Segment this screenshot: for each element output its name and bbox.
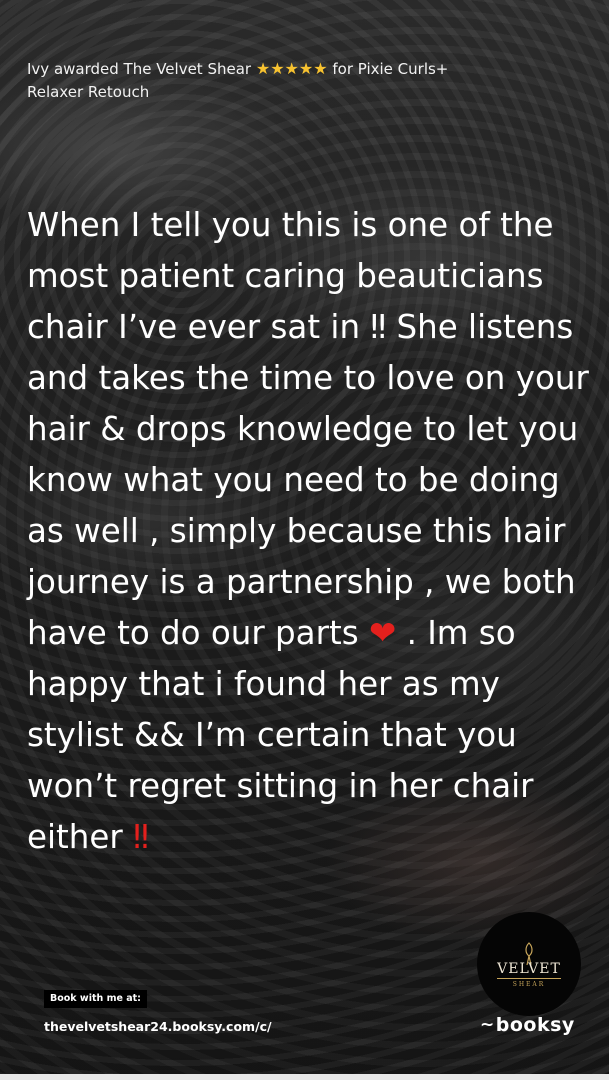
- award-service: for Pixie Curls+: [332, 60, 449, 78]
- award-header: Ivy awarded The Velvet Shear ★★★★★ for P…: [27, 57, 527, 104]
- logo-subtitle: SHEAR: [512, 980, 546, 988]
- five-star-rating: ★★★★★: [255, 59, 328, 78]
- award-prefix: Ivy awarded The Velvet Shear: [27, 60, 252, 78]
- velvet-shear-logo: VELVET SHEAR: [477, 912, 581, 1016]
- booking-link[interactable]: thevelvetshear24.booksy.com/c/: [44, 1019, 272, 1034]
- award-service-line2: Relaxer Retouch: [27, 83, 150, 101]
- logo-name: VELVET: [497, 960, 561, 979]
- book-with-me-label: Book with me at:: [44, 990, 147, 1008]
- bottom-edge: [0, 1074, 609, 1080]
- booksy-brand: ~ booksy: [480, 1014, 575, 1036]
- review-text: When I tell you this is one of the most …: [27, 200, 597, 863]
- heart-icon: ❤: [368, 614, 397, 652]
- booksy-wordmark: booksy: [495, 1014, 575, 1036]
- booksy-logo-icon: ~: [480, 1015, 495, 1035]
- review-part1: When I tell you this is one of the most …: [27, 206, 589, 652]
- double-exclamation-icon: ‼: [133, 818, 149, 856]
